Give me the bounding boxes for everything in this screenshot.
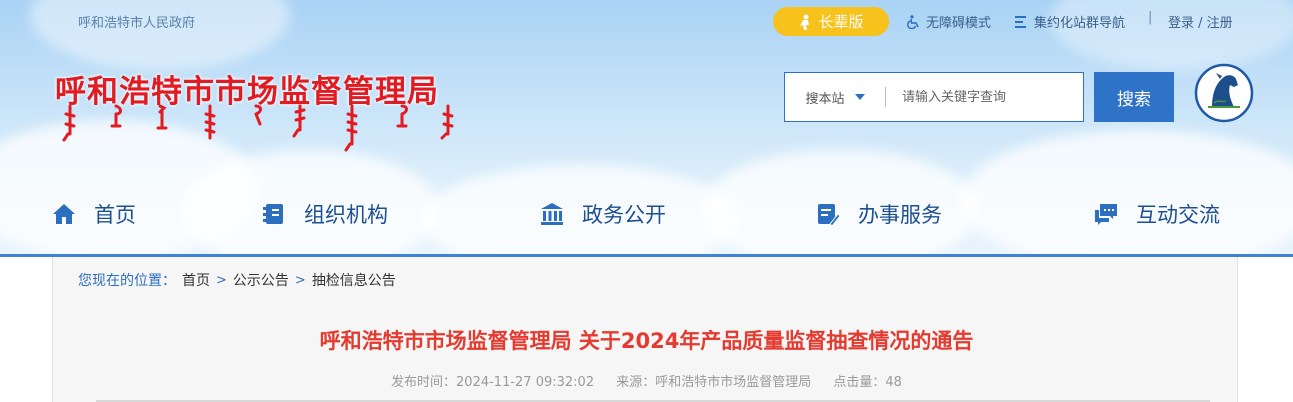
nav-interaction[interactable]: 互动交流 (1094, 199, 1220, 229)
breadcrumb-notices[interactable]: 公示公告 (233, 270, 289, 290)
breadcrumb-prefix: 您现在的位置： (78, 273, 176, 289)
person-icon (800, 14, 810, 30)
chevron-down-icon (854, 94, 865, 100)
search-button[interactable]: 搜索 (1094, 72, 1174, 122)
cloud-decoration (1050, 0, 1293, 70)
nav-organization[interactable]: 组织机构 (262, 199, 388, 229)
breadcrumb-separator: > (216, 272, 227, 288)
article-meta: 发布时间：2024-11-27 09:32:02 来源：呼和浩特市市场监督管理局… (0, 371, 1293, 390)
cloud-decoration (960, 130, 1293, 255)
hit-count: 点击量：48 (833, 375, 902, 390)
breadcrumb-inspection[interactable]: 抽检信息公告 (312, 270, 396, 290)
search-scope-dropdown[interactable]: 搜本站 (785, 88, 885, 107)
search-scope-label: 搜本站 (805, 91, 845, 107)
breadcrumb-home[interactable]: 首页 (182, 270, 210, 290)
nav-services-label: 办事服务 (858, 203, 942, 227)
elder-mode-label: 长辈版 (818, 13, 864, 31)
bank-icon (541, 203, 563, 225)
site-group-nav-link[interactable]: 集约化站群导航 (1015, 12, 1125, 31)
org-book-icon (263, 204, 283, 224)
service-doc-icon (818, 204, 840, 226)
nav-services[interactable]: 办事服务 (816, 199, 942, 229)
home-icon (53, 204, 75, 224)
nav-organization-label: 组织机构 (304, 203, 388, 227)
mongolian-script-logo (62, 104, 454, 152)
elder-mode-button[interactable]: 长辈版 (773, 7, 889, 36)
breadcrumb-separator: > (294, 272, 306, 288)
publish-time: 发布时间：2024-11-27 09:32:02 (391, 375, 595, 390)
horse-emblem-logo (1194, 63, 1254, 123)
article-title: 呼和浩特市市场监督管理局 关于2024年产品质量监督抽查情况的通告 (319, 329, 974, 353)
accessibility-link[interactable]: 无障碍模式 (907, 12, 991, 31)
wheelchair-icon (907, 14, 919, 29)
cloud-decoration (30, 0, 290, 70)
toplink-separator: | (1148, 10, 1153, 25)
login-register-link[interactable]: 登录 / 注册 (1168, 12, 1233, 31)
nav-gov-affairs-label: 政务公开 (582, 203, 666, 227)
nav-gov-affairs[interactable]: 政务公开 (540, 199, 666, 229)
breadcrumb: 您现在的位置： 首页 > 公示公告 > 抽检信息公告 (78, 270, 396, 290)
menu-icon (1015, 15, 1026, 28)
search-form: 搜本站 (784, 72, 1084, 122)
chat-icon (1095, 204, 1117, 225)
site-group-nav-label: 集约化站群导航 (1034, 16, 1126, 31)
gov-site-link[interactable]: 呼和浩特市人民政府 (78, 12, 195, 31)
search-input[interactable] (886, 89, 1076, 105)
nav-home-label: 首页 (94, 203, 136, 227)
article-source: 来源：呼和浩特市市场监督管理局 (616, 375, 812, 390)
accessibility-label: 无障碍模式 (926, 16, 992, 31)
nav-home[interactable]: 首页 (52, 199, 136, 229)
nav-interaction-label: 互动交流 (1136, 203, 1220, 227)
